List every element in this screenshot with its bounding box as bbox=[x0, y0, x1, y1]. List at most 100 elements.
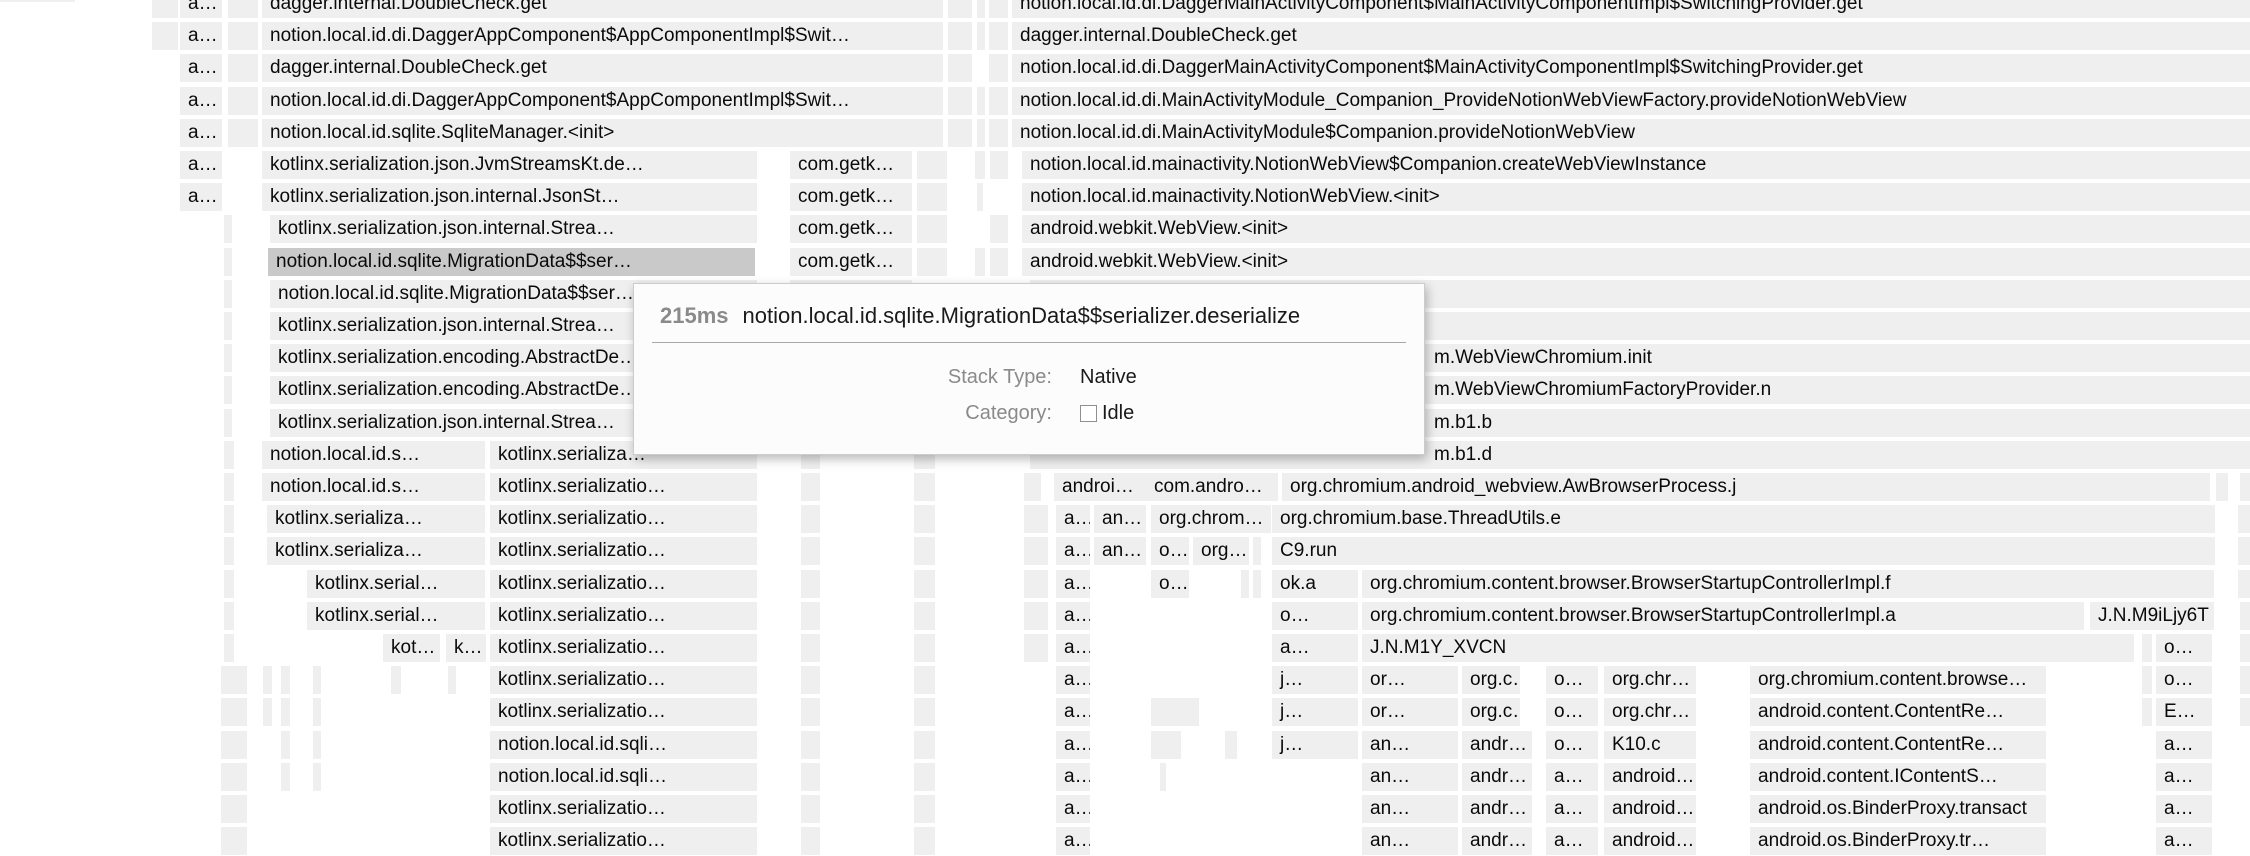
stack-frame[interactable]: kotlinx.serializatio… bbox=[490, 698, 757, 726]
stack-frame[interactable] bbox=[2238, 505, 2250, 533]
stack-frame[interactable]: o… bbox=[1272, 602, 1358, 630]
stack-frame[interactable] bbox=[801, 763, 820, 791]
stack-frame[interactable]: a… bbox=[1056, 634, 1090, 662]
stack-frame[interactable] bbox=[1225, 731, 1237, 759]
stack-frame[interactable] bbox=[448, 666, 456, 694]
stack-frame[interactable]: a… bbox=[2156, 731, 2212, 759]
stack-frame[interactable]: andr… bbox=[1462, 763, 1532, 791]
stack-frame[interactable]: an… bbox=[1362, 763, 1458, 791]
stack-frame[interactable]: o… bbox=[2156, 666, 2212, 694]
stack-frame[interactable] bbox=[224, 312, 232, 340]
stack-frame[interactable]: o… bbox=[1546, 666, 1598, 694]
stack-frame[interactable]: dagger.internal.DoubleCheck.get bbox=[1012, 22, 2250, 50]
stack-frame[interactable]: notion.local.id.di.DaggerAppComponent$Ap… bbox=[262, 87, 943, 115]
stack-frame[interactable] bbox=[2238, 570, 2250, 598]
stack-frame[interactable]: C9.run bbox=[1272, 537, 2215, 565]
stack-frame[interactable] bbox=[1024, 473, 1041, 501]
stack-frame[interactable]: notion.local.id.mainactivity.NotionWebVi… bbox=[1022, 183, 2250, 211]
stack-frame[interactable] bbox=[313, 731, 321, 759]
stack-frame[interactable]: kot… bbox=[383, 634, 440, 662]
stack-frame[interactable] bbox=[801, 602, 820, 630]
stack-frame[interactable] bbox=[801, 731, 820, 759]
stack-frame[interactable] bbox=[914, 698, 935, 726]
stack-frame[interactable]: org.c… bbox=[1462, 666, 1520, 694]
stack-frame[interactable] bbox=[801, 698, 820, 726]
stack-frame[interactable]: a… bbox=[1056, 602, 1090, 630]
stack-frame[interactable]: a… bbox=[1056, 537, 1090, 565]
stack-frame[interactable]: notion.local.id.di.MainActivityModule_Co… bbox=[1012, 87, 2250, 115]
stack-frame[interactable] bbox=[2240, 473, 2250, 501]
stack-frame[interactable]: org.chrom… bbox=[1151, 505, 1271, 533]
stack-frame[interactable] bbox=[224, 634, 234, 662]
stack-frame[interactable] bbox=[977, 183, 983, 211]
stack-frame[interactable] bbox=[1241, 570, 1249, 598]
stack-frame[interactable]: a… bbox=[180, 151, 222, 179]
stack-frame[interactable] bbox=[917, 248, 947, 276]
stack-frame[interactable] bbox=[224, 215, 232, 243]
stack-frame[interactable]: org.chromium.content.browse… bbox=[1750, 666, 2046, 694]
stack-frame[interactable] bbox=[1024, 505, 1048, 533]
stack-frame[interactable]: kotlinx.serialization.json.JvmStreamsKt.… bbox=[262, 151, 757, 179]
stack-frame[interactable] bbox=[2238, 537, 2250, 565]
stack-frame[interactable] bbox=[1160, 763, 1166, 791]
stack-frame[interactable]: kotlinx.serializatio… bbox=[490, 473, 757, 501]
stack-frame[interactable]: kotlinx.serialization.json.internal.Stre… bbox=[270, 215, 757, 243]
stack-frame[interactable] bbox=[975, 151, 985, 179]
stack-frame[interactable] bbox=[221, 763, 247, 791]
stack-frame[interactable] bbox=[224, 280, 232, 308]
stack-frame[interactable] bbox=[914, 634, 935, 662]
stack-frame[interactable]: a… bbox=[2156, 763, 2212, 791]
stack-frame[interactable] bbox=[990, 248, 1008, 276]
stack-frame[interactable]: org.chromium.base.ThreadUtils.e bbox=[1272, 505, 2215, 533]
stack-frame[interactable] bbox=[221, 666, 247, 694]
stack-frame[interactable]: kotlinx.serial… bbox=[307, 570, 485, 598]
stack-frame[interactable]: J.N.M1Y_XVCN bbox=[1362, 634, 2134, 662]
stack-frame[interactable] bbox=[977, 0, 985, 18]
stack-frame[interactable] bbox=[801, 537, 820, 565]
stack-frame[interactable]: a… bbox=[1056, 505, 1090, 533]
stack-frame[interactable]: a… bbox=[1056, 570, 1090, 598]
stack-frame[interactable]: android.os.BinderProxy.transact bbox=[1750, 795, 2046, 823]
stack-frame[interactable]: o… bbox=[1151, 570, 1189, 598]
stack-frame[interactable]: or… bbox=[1362, 666, 1458, 694]
stack-frame[interactable]: a… bbox=[2156, 827, 2212, 855]
stack-frame[interactable] bbox=[914, 666, 935, 694]
stack-frame[interactable] bbox=[224, 248, 232, 276]
stack-frame[interactable] bbox=[2240, 634, 2250, 662]
stack-frame[interactable]: ok.a bbox=[1272, 570, 1358, 598]
stack-frame[interactable]: org… bbox=[1193, 537, 1249, 565]
stack-frame[interactable] bbox=[801, 666, 820, 694]
stack-frame[interactable]: o… bbox=[1151, 537, 1189, 565]
stack-frame[interactable] bbox=[914, 537, 935, 565]
stack-frame[interactable]: a… bbox=[180, 54, 222, 82]
stack-frame[interactable]: kotlinx.serializa… bbox=[267, 537, 485, 565]
stack-frame[interactable] bbox=[224, 537, 234, 565]
stack-frame[interactable] bbox=[989, 0, 1008, 18]
stack-frame[interactable]: dagger.internal.DoubleCheck.get bbox=[262, 54, 943, 82]
stack-frame[interactable]: a… bbox=[1056, 795, 1090, 823]
stack-frame[interactable] bbox=[914, 505, 935, 533]
stack-frame[interactable] bbox=[801, 827, 820, 855]
stack-frame[interactable] bbox=[224, 376, 232, 404]
stack-frame[interactable] bbox=[228, 22, 258, 50]
stack-frame[interactable] bbox=[221, 827, 247, 855]
stack-frame[interactable]: com.getk… bbox=[790, 151, 912, 179]
stack-frame[interactable]: kotlinx.serial… bbox=[307, 602, 485, 630]
stack-frame[interactable]: kotlinx.serializatio… bbox=[490, 537, 757, 565]
stack-frame[interactable] bbox=[224, 570, 234, 598]
stack-frame[interactable]: kotlinx.serializatio… bbox=[490, 666, 757, 694]
stack-frame[interactable]: a… bbox=[180, 0, 222, 18]
stack-frame[interactable] bbox=[224, 505, 234, 533]
stack-frame[interactable] bbox=[989, 22, 1008, 50]
stack-frame[interactable]: android.content.ContentRe… bbox=[1750, 731, 2046, 759]
stack-frame[interactable] bbox=[221, 731, 247, 759]
stack-frame[interactable]: notion.local.id.di.MainActivityModule$Co… bbox=[1012, 119, 2250, 147]
stack-frame[interactable]: android… bbox=[1604, 763, 1696, 791]
stack-frame[interactable] bbox=[221, 795, 247, 823]
stack-frame[interactable] bbox=[2142, 666, 2152, 694]
stack-frame[interactable]: a… bbox=[180, 87, 222, 115]
stack-frame[interactable] bbox=[948, 54, 972, 82]
stack-frame[interactable] bbox=[391, 666, 401, 694]
stack-frame[interactable] bbox=[1253, 570, 1261, 598]
stack-frame[interactable] bbox=[975, 248, 985, 276]
